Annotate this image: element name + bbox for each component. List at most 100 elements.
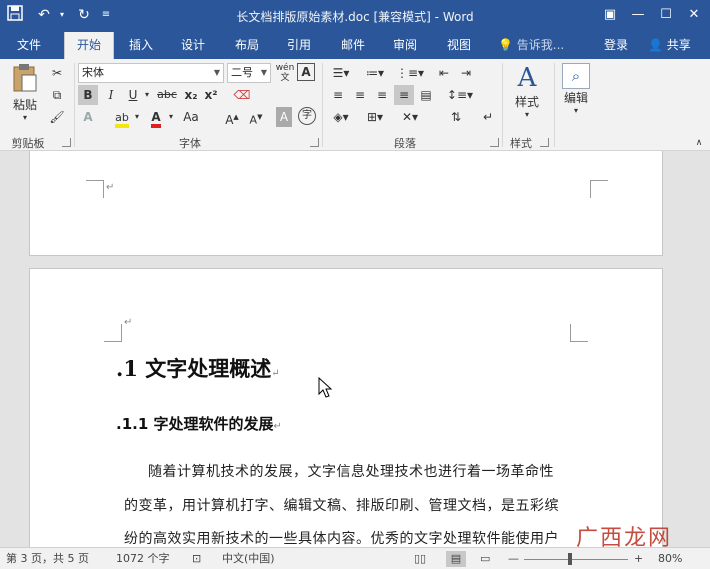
editing-button[interactable]: ⌕ 编辑 ▾ xyxy=(558,63,594,127)
justify-icon[interactable]: ≡ xyxy=(394,85,414,105)
strikethrough-button[interactable]: abc xyxy=(156,85,178,105)
sort-icon[interactable]: ⇅ xyxy=(446,107,466,127)
body-line[interactable]: 纷的高效实用新技术的一些具体内容。优秀的文字处理软件能使用户 xyxy=(124,528,559,547)
tab-file[interactable]: 文件 xyxy=(6,32,52,59)
cut-icon[interactable]: ✂ xyxy=(48,63,66,83)
paste-dropdown-icon: ▾ xyxy=(22,113,27,122)
font-launcher-icon[interactable] xyxy=(310,138,319,147)
italic-button[interactable]: I xyxy=(102,85,120,105)
share-button[interactable]: 👤 共享 xyxy=(644,35,691,56)
tab-home[interactable]: 开始 xyxy=(64,32,114,59)
font-color-icon[interactable]: A xyxy=(146,107,166,128)
distributed-icon[interactable]: ▤ xyxy=(416,85,436,105)
styles-group-label: 样式 xyxy=(510,137,532,150)
align-left-icon[interactable]: ≡ xyxy=(328,85,348,105)
phonetic-guide-icon[interactable]: wén 文 xyxy=(275,63,295,83)
paste-button[interactable]: 粘贴 ▾ xyxy=(8,63,42,122)
maximize-icon[interactable]: ☐ xyxy=(654,4,678,26)
shrink-font-icon[interactable]: A▼ xyxy=(248,107,264,127)
font-group-label: 字体 xyxy=(179,137,201,150)
customize-qat-icon[interactable]: ≡ xyxy=(96,5,116,25)
paragraph-mark: ↵ xyxy=(124,317,133,328)
subscript-button[interactable]: x₂ xyxy=(182,85,200,105)
underline-button[interactable]: U xyxy=(124,85,142,105)
editing-label: 编辑 xyxy=(563,91,588,105)
collapse-ribbon-icon[interactable]: ∧ xyxy=(692,133,706,153)
font-name-select[interactable]: 宋体 ▼ xyxy=(78,63,224,83)
bold-button[interactable]: B xyxy=(78,85,98,105)
clear-formatting-icon[interactable]: ⌫ xyxy=(232,85,252,105)
superscript-button[interactable]: x² xyxy=(202,85,220,105)
close-icon[interactable]: ✕ xyxy=(682,4,706,26)
grow-font-icon[interactable]: A▲ xyxy=(224,107,240,127)
tab-insert[interactable]: 插入 xyxy=(120,32,162,59)
text-effects-icon[interactable]: A xyxy=(78,107,98,127)
highlight-icon[interactable]: ab xyxy=(112,107,132,128)
tell-me-box[interactable]: 💡 告诉我... xyxy=(498,32,564,59)
line-spacing-icon[interactable]: ↕≡▾ xyxy=(446,85,474,105)
web-layout-icon[interactable]: ▭ xyxy=(480,551,490,567)
clipboard-launcher-icon[interactable] xyxy=(62,138,71,147)
char-shading-icon[interactable]: A xyxy=(276,107,292,127)
heading-1[interactable]: .1 文字处理概述↵ xyxy=(116,353,280,383)
show-marks-icon[interactable]: ↵ xyxy=(480,107,496,127)
paragraph-group-label: 段落 xyxy=(394,137,416,150)
minimize-icon[interactable]: — xyxy=(626,4,650,26)
borders-icon[interactable]: ⊞▾ xyxy=(362,107,388,127)
align-right-icon[interactable]: ≡ xyxy=(372,85,392,105)
chinese-layout-icon[interactable]: ✕▾ xyxy=(396,107,424,127)
body-line[interactable]: 的变革，用计算机打字、编辑文稿、排版印刷、管理文档，是五彩缤 xyxy=(124,495,559,515)
format-painter-icon[interactable]: 🖌 xyxy=(48,107,66,127)
tab-design[interactable]: 设计 xyxy=(172,32,214,59)
status-bar: 第 3 页，共 5 页 1072 个字 ⊡ 中文(中国) ▯▯ ▤ ▭ — + … xyxy=(0,547,710,569)
ribbon-display-icon[interactable]: ▣ xyxy=(598,4,622,26)
change-case-icon[interactable]: Aa xyxy=(180,107,202,127)
print-layout-icon[interactable]: ▤ xyxy=(446,551,466,567)
undo-icon[interactable]: ↶ xyxy=(34,5,54,25)
save-icon[interactable] xyxy=(5,5,25,25)
underline-dropdown-icon[interactable]: ▾ xyxy=(142,85,152,105)
tab-review[interactable]: 审阅 xyxy=(384,32,426,59)
zoom-in-icon[interactable]: + xyxy=(634,551,643,567)
heading-2[interactable]: .1.1 字处理软件的发展↵ xyxy=(116,413,282,434)
styles-launcher-icon[interactable] xyxy=(540,138,549,147)
highlight-dropdown-icon[interactable]: ▾ xyxy=(132,107,142,127)
decrease-indent-icon[interactable]: ⇤ xyxy=(434,63,454,83)
numbering-icon[interactable]: ≔▾ xyxy=(362,63,388,83)
chevron-down-icon: ▼ xyxy=(213,68,220,77)
page-previous[interactable]: ↵ xyxy=(29,151,663,256)
chevron-down-icon: ▼ xyxy=(260,68,267,77)
language-indicator[interactable]: 中文(中国) xyxy=(222,551,275,567)
bullets-icon[interactable]: ☰▾ xyxy=(328,63,354,83)
font-size-select[interactable]: 二号 ▼ xyxy=(227,63,271,83)
increase-indent-icon[interactable]: ⇥ xyxy=(456,63,476,83)
body-line[interactable]: 随着计算机技术的发展，文字信息处理技术也进行着一场革命性 xyxy=(148,461,554,481)
document-area[interactable]: ↵ ↵ .1 文字处理概述↵ .1.1 字处理软件的发展↵ 随着计算机技术的发展… xyxy=(0,151,710,547)
zoom-out-icon[interactable]: — xyxy=(508,551,519,567)
font-color-dropdown-icon[interactable]: ▾ xyxy=(166,107,176,127)
separator xyxy=(322,63,323,147)
page-count[interactable]: 第 3 页，共 5 页 xyxy=(6,551,89,567)
tab-layout[interactable]: 布局 xyxy=(226,32,268,59)
zoom-slider-track[interactable] xyxy=(524,559,628,560)
tab-mailings[interactable]: 邮件 xyxy=(332,32,374,59)
proofing-icon[interactable]: ⊡ xyxy=(192,551,201,567)
char-border-icon[interactable]: A xyxy=(297,63,315,81)
zoom-level[interactable]: 80% xyxy=(658,551,682,567)
tab-references[interactable]: 引用 xyxy=(278,32,320,59)
zoom-slider-thumb[interactable] xyxy=(568,553,572,565)
paragraph-launcher-icon[interactable] xyxy=(490,138,499,147)
multilevel-list-icon[interactable]: ⋮≡▾ xyxy=(396,63,424,83)
copy-icon[interactable]: ⧉ xyxy=(48,85,66,105)
shading-icon[interactable]: ◈▾ xyxy=(328,107,354,127)
enclosed-char-icon[interactable]: 字 xyxy=(298,107,316,125)
separator xyxy=(502,63,503,147)
redo-icon[interactable]: ↻ xyxy=(74,5,94,25)
word-count[interactable]: 1072 个字 xyxy=(116,551,170,567)
undo-dropdown-icon[interactable]: ▾ xyxy=(52,5,72,25)
tab-view[interactable]: 视图 xyxy=(438,32,480,59)
sign-in-link[interactable]: 登录 xyxy=(604,32,628,59)
read-mode-icon[interactable]: ▯▯ xyxy=(414,551,426,567)
styles-button[interactable]: A 样式 ▾ xyxy=(508,63,546,127)
align-center-icon[interactable]: ≡ xyxy=(350,85,370,105)
